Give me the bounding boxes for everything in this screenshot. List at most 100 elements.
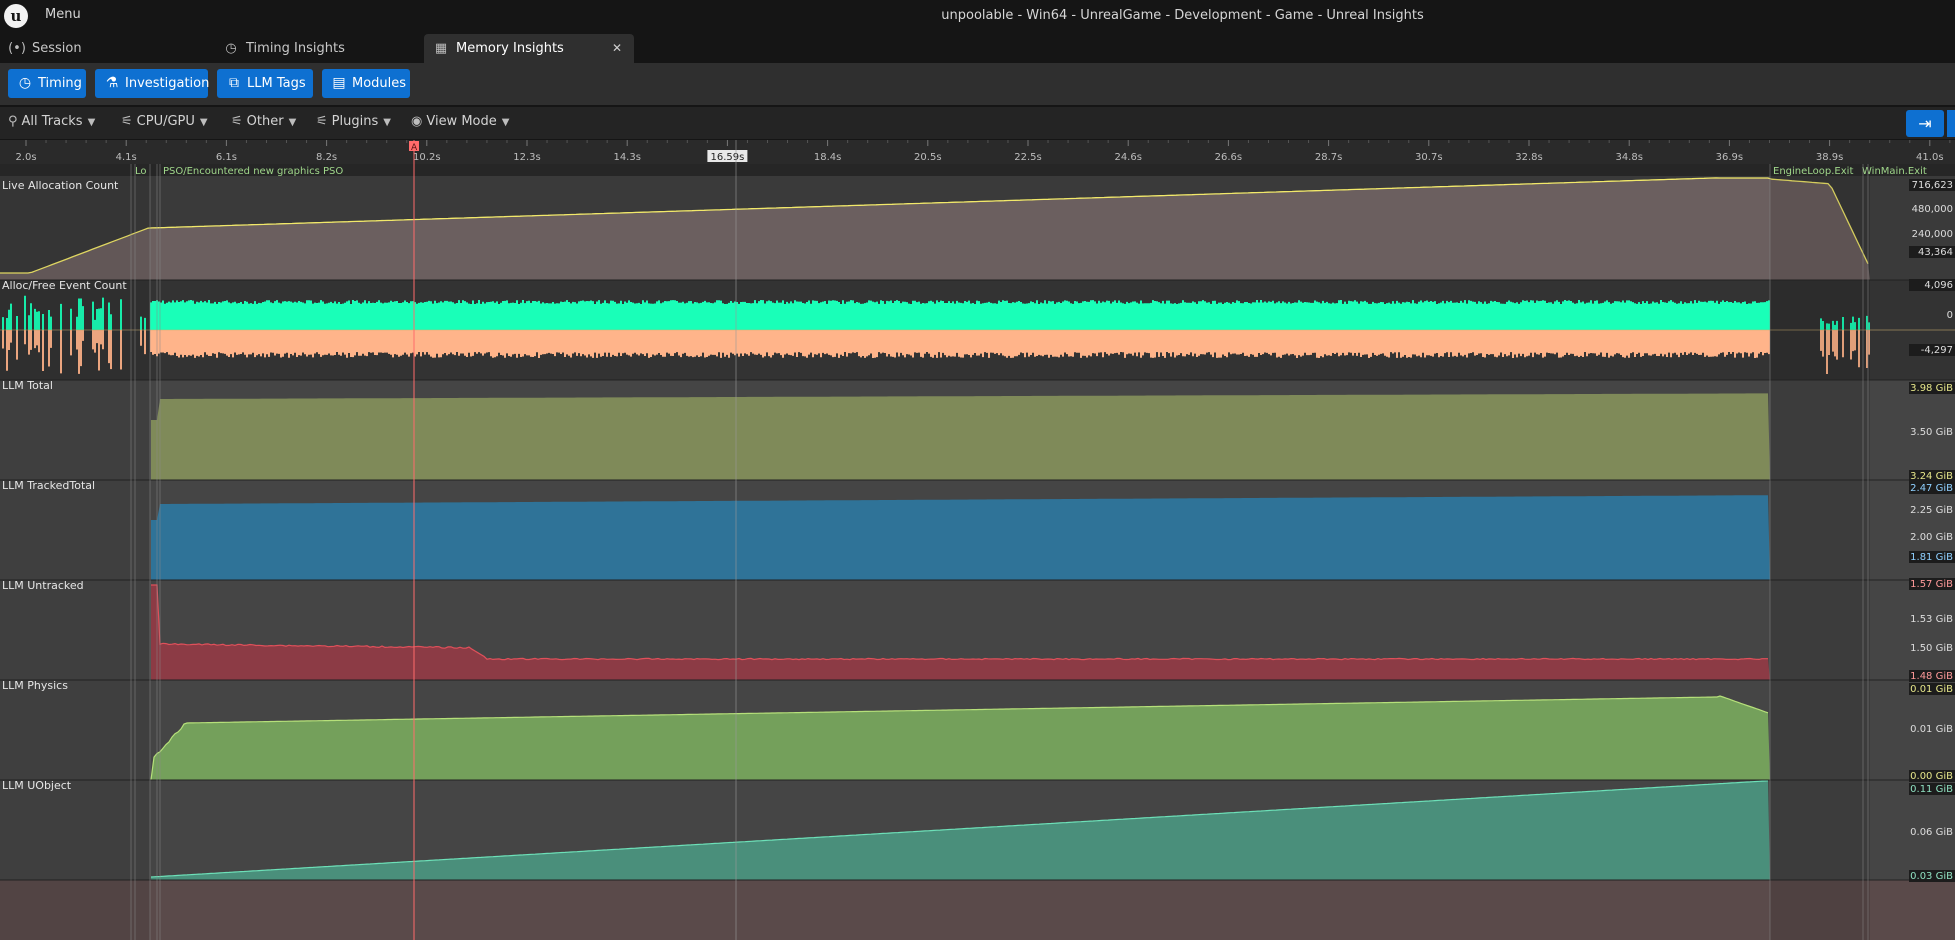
chevron-down-icon: ▼: [199, 117, 208, 128]
timeline-canvas[interactable]: 2.0s 4.1s 6.1s 8.2s 10.2s 12.3s 14.3s 16.59s 18.…: [0, 140, 1955, 940]
track-name-llm-physics[interactable]: LLM Physics: [2, 679, 68, 692]
microscope-icon: ⚗: [105, 75, 119, 91]
llm-tags-button[interactable]: ⧉ LLM Tags: [217, 69, 313, 98]
eye-icon: ◉: [411, 114, 423, 129]
memory-toolbar: ◷ Timing ⚗ Investigation ⧉ LLM Tags ▤ Module…: [0, 63, 1955, 105]
time-ruler[interactable]: [0, 140, 1955, 164]
title-bar: u Menu unpoolable - Win64 - UnrealGame -…: [0, 0, 1955, 32]
view-mode-dropdown[interactable]: ◉ View Mode ▼: [411, 114, 509, 129]
chevron-down-icon: ▼: [87, 117, 96, 128]
modules-button[interactable]: ▤ Modules: [322, 69, 410, 98]
empty-track-area: [0, 880, 1955, 940]
chevron-down-icon: ▼: [501, 117, 510, 128]
track-name-alloc-free[interactable]: Alloc/Free Event Count: [2, 279, 127, 292]
llm-tracked-area: [151, 495, 1770, 580]
event-lo[interactable]: Lo: [135, 166, 147, 177]
value-axis-label: 480,000: [1912, 204, 1953, 215]
value-axis-label: 2.25 GiB: [1910, 505, 1953, 516]
tab-label: Session: [32, 41, 82, 56]
value-axis-label: 1.50 GiB: [1910, 643, 1953, 654]
track-name-live-allocation[interactable]: Live Allocation Count: [2, 179, 119, 192]
memory-chip-icon: ▦: [434, 41, 448, 56]
track-name-llm-tracked[interactable]: LLM TrackedTotal: [2, 479, 95, 492]
ruler-tick-label: 36.9s: [1716, 152, 1743, 163]
ruler-tick-label: 28.7s: [1315, 152, 1342, 163]
tab-session[interactable]: (•) Session: [0, 34, 210, 63]
major-tab-strip: (•) Session ◷ Timing Insights ▦ Memory Insi…: [0, 32, 1955, 63]
value-axis-label: 3.98 GiB: [1910, 383, 1953, 394]
ruler-tick-label: 22.5s: [1014, 152, 1041, 163]
value-axis-label: 0.03 GiB: [1910, 871, 1953, 882]
ruler-tick-label: 14.3s: [613, 152, 640, 163]
panel-options-button[interactable]: [1947, 110, 1955, 137]
clock-icon: ◷: [18, 75, 32, 91]
value-axis-label: 716,623: [1912, 180, 1953, 191]
ruler-tick-label: 10.2s: [413, 152, 440, 163]
session-end-shade: [1770, 176, 1870, 940]
close-tab-icon[interactable]: ✕: [612, 34, 622, 63]
toggle-sidebar-button[interactable]: ⇥: [1906, 110, 1944, 137]
ruler-tick-label: 4.1s: [116, 152, 137, 163]
document-icon: ▤: [332, 75, 346, 91]
track-filter-bar: ⚲ All Tracks ▼ ⚟ CPU/GPU ▼ ⚟ Other ▼ ⚟ Plugins ▼…: [0, 107, 1955, 139]
tab-label: Memory Insights: [456, 41, 564, 56]
investigation-button[interactable]: ⚗ Investigation: [95, 69, 209, 98]
filter-search-icon: ⚲: [8, 114, 18, 129]
ruler-tick-label: 20.5s: [914, 152, 941, 163]
ruler-tick-label: 30.7s: [1415, 152, 1442, 163]
chevron-down-icon: ▼: [383, 117, 391, 128]
ruler-tick-label: 24.6s: [1114, 152, 1141, 163]
ruler-tick-label: 12.3s: [513, 152, 540, 163]
ruler-tick-label: 8.2s: [316, 152, 337, 163]
value-axis-label: 2.47 GiB: [1910, 483, 1953, 494]
all-tracks-dropdown[interactable]: ⚲ All Tracks ▼: [8, 114, 95, 129]
ruler-tick-label: 34.8s: [1615, 152, 1642, 163]
value-axis-label: 1.57 GiB: [1910, 579, 1953, 590]
tag-icon: ⧉: [229, 75, 239, 91]
ruler-tick-label: 32.8s: [1515, 152, 1542, 163]
value-axis-label: 240,000: [1912, 229, 1953, 240]
filter-icon: ⚟: [316, 114, 328, 129]
other-dropdown[interactable]: ⚟ Other ▼: [231, 114, 296, 129]
timing-button[interactable]: ◷ Timing: [8, 69, 86, 98]
chevron-down-icon: ▼: [288, 117, 297, 128]
ruler-tick-label: 18.4s: [814, 152, 841, 163]
tab-timing-insights[interactable]: ◷ Timing Insights: [214, 34, 424, 63]
value-axis-label: 1.48 GiB: [1910, 671, 1953, 682]
ruler-tick-label: 6.1s: [216, 152, 237, 163]
track-name-llm-uobject[interactable]: LLM UObject: [2, 779, 72, 792]
tab-label: Timing Insights: [246, 41, 345, 56]
value-axis-label: 3.50 GiB: [1910, 427, 1953, 438]
value-axis-label: 0.00 GiB: [1910, 771, 1953, 782]
value-axis-label: -4,297: [1921, 345, 1953, 356]
time-marker-label: A: [411, 143, 418, 153]
ruler-tick-label: 41.0s: [1916, 152, 1943, 163]
ruler-tick-label: 38.9s: [1816, 152, 1843, 163]
ruler-tick-label: 26.6s: [1215, 152, 1242, 163]
filter-icon: ⚟: [121, 114, 133, 129]
value-axis-label: 0.01 GiB: [1910, 684, 1953, 695]
track-name-llm-untracked[interactable]: LLM Untracked: [2, 579, 84, 592]
tab-memory-insights[interactable]: ▦ Memory Insights ✕: [424, 34, 634, 63]
cpu-gpu-dropdown[interactable]: ⚟ CPU/GPU ▼: [121, 114, 208, 129]
value-axis-label: 3.24 GiB: [1910, 471, 1953, 482]
timeline-view[interactable]: 2.0s 4.1s 6.1s 8.2s 10.2s 12.3s 14.3s 16.59s 18.…: [0, 140, 1955, 940]
event-pso[interactable]: PSO/Encountered new graphics PSO: [163, 166, 343, 177]
arrow-right-bar-icon: ⇥: [1918, 114, 1932, 133]
value-axis-label: 0.01 GiB: [1910, 724, 1953, 735]
value-axis-label: 1.53 GiB: [1910, 614, 1953, 625]
value-axis-label: 1.81 GiB: [1910, 552, 1953, 563]
track-name-llm-total[interactable]: LLM Total: [2, 379, 53, 392]
value-axis-label: 0.11 GiB: [1910, 784, 1953, 795]
unreal-insights-window: u Menu unpoolable - Win64 - UnrealGame -…: [0, 0, 1955, 940]
value-axis-label: 0: [1947, 310, 1953, 321]
value-axis-label: 2.00 GiB: [1910, 532, 1953, 543]
cursor-time-label: 16.59s: [710, 152, 744, 163]
window-title: unpoolable - Win64 - UnrealGame - Develo…: [941, 8, 1424, 23]
plugins-dropdown[interactable]: ⚟ Plugins ▼: [316, 114, 391, 129]
event-engine-loop-exit[interactable]: EngineLoop.Exit: [1773, 166, 1853, 177]
filter-icon: ⚟: [231, 114, 243, 129]
event-winmain-exit[interactable]: WinMain.Exit: [1862, 166, 1927, 177]
value-axis-label: 0.06 GiB: [1910, 827, 1953, 838]
llm-total-area: [151, 393, 1770, 480]
